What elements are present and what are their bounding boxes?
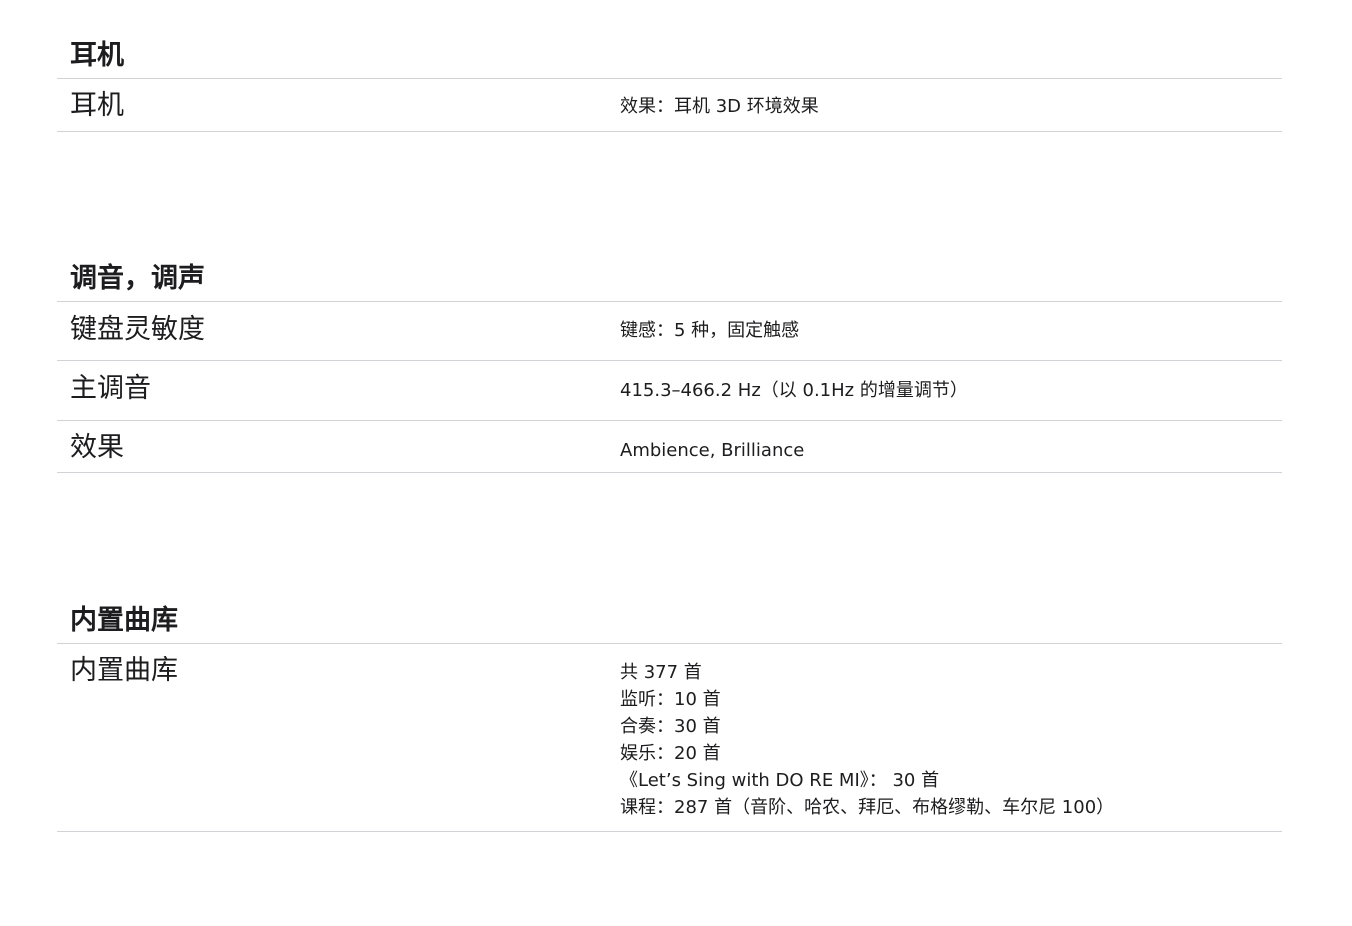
spec-value-line: 合奏：30 首 [620,716,721,737]
spec-rows: 键盘灵敏度 键感：5 种，固定触感 主调音 415.3–466.2 Hz（以 0… [57,301,1282,473]
spec-row-master-tuning: 主调音 415.3–466.2 Hz（以 0.1Hz 的增量调节） [57,361,1282,421]
spec-rows: 内置曲库 共 377 首 监听：10 首 合奏：30 首 娱乐：20 首 《Le… [57,643,1282,832]
section-song-library: 内置曲库 内置曲库 共 377 首 监听：10 首 合奏：30 首 娱乐：20 … [57,599,1282,832]
spec-value-line: 效果：耳机 3D 环境效果 [620,96,819,117]
spec-label: 效果 [70,432,124,463]
section-headphones: 耳机 耳机 效果：耳机 3D 环境效果 [57,34,1282,132]
spec-value-line: 监听：10 首 [620,689,721,710]
spec-rows: 耳机 效果：耳机 3D 环境效果 [57,78,1282,132]
spec-value-line: 共 377 首 [620,662,702,683]
spec-value: Ambience, Brilliance [620,437,804,464]
spec-page: 耳机 耳机 效果：耳机 3D 环境效果 调音，调声 键盘灵敏度 键感：5 种，固… [0,0,1352,926]
spec-value: 共 377 首 监听：10 首 合奏：30 首 娱乐：20 首 《Let’s S… [620,659,1114,821]
spec-label: 耳机 [70,90,124,121]
spec-value: 效果：耳机 3D 环境效果 [620,93,819,120]
spec-row-key-sensitivity: 键盘灵敏度 键感：5 种，固定触感 [57,302,1282,361]
spec-value-line: 键感：5 种，固定触感 [620,320,800,341]
spec-value: 键感：5 种，固定触感 [620,317,799,344]
spec-value-line: Ambience, Brilliance [620,440,805,461]
spec-row-song-library: 内置曲库 共 377 首 监听：10 首 合奏：30 首 娱乐：20 首 《Le… [57,644,1282,832]
spec-value-line: 娱乐：20 首 [620,743,721,764]
spec-value-line: 《Let’s Sing with DO RE MI》： 30 首 [620,770,940,791]
spec-value-line: 课程：287 首（音阶、哈农、拜厄、布格缪勒、车尔尼 100） [620,797,1115,818]
section-title: 内置曲库 [70,605,178,636]
spec-row-headphones: 耳机 效果：耳机 3D 环境效果 [57,79,1282,132]
spec-label: 内置曲库 [70,655,178,686]
spec-label: 键盘灵敏度 [70,314,205,345]
section-tuning: 调音，调声 键盘灵敏度 键感：5 种，固定触感 主调音 415.3–466.2 … [57,257,1282,473]
spec-value: 415.3–466.2 Hz（以 0.1Hz 的增量调节） [620,377,968,404]
spec-label: 主调音 [70,373,151,404]
spec-row-effects: 效果 Ambience, Brilliance [57,421,1282,473]
section-title: 调音，调声 [70,263,205,294]
section-title: 耳机 [70,40,124,71]
spec-value-line: 415.3–466.2 Hz（以 0.1Hz 的增量调节） [620,380,968,401]
